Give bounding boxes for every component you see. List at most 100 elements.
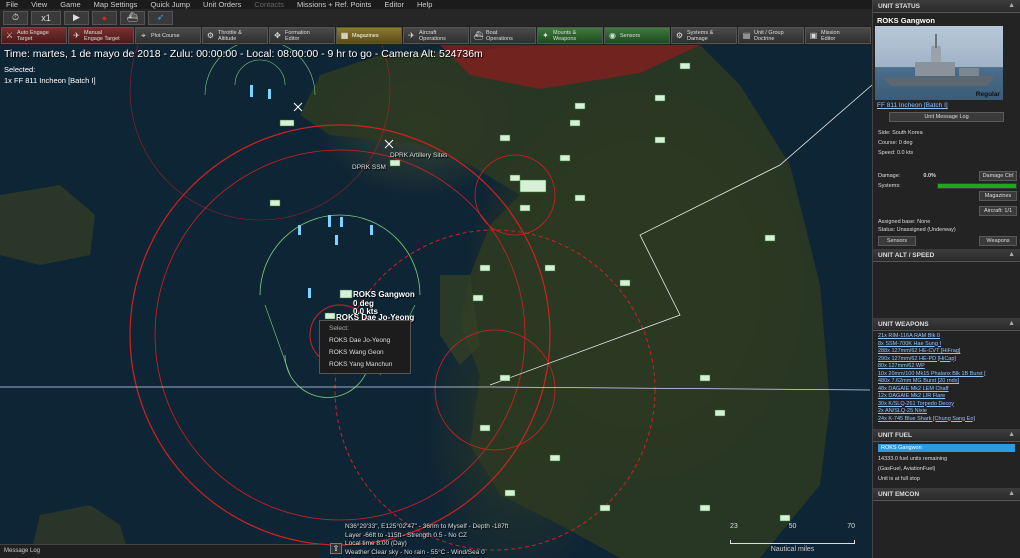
weapon-item[interactable]: 48x DAGAIE Mk2 LEM Chaff — [878, 386, 1015, 394]
context-menu-item[interactable]: ROKS Wang Geon — [320, 347, 410, 359]
toolbar-button-icon: ✈ — [408, 30, 415, 40]
menu-item[interactable]: Map Settings — [94, 0, 138, 9]
toolbar-button[interactable]: ⚙ Systems & Damage — [671, 27, 737, 44]
menu-item[interactable]: Unit Orders — [203, 0, 241, 9]
unit-side: Side: South Korea — [878, 130, 923, 136]
artillery-sites-label: DPRK Artillery Sites — [390, 152, 448, 159]
menu-item[interactable]: File — [6, 0, 18, 9]
selection-info: Selected: 1x FF 811 Incheon [Batch I] — [4, 64, 96, 86]
weapon-item[interactable]: 21x RIM-116A RAM Blk 0 — [878, 333, 1015, 341]
weapon-item[interactable]: 2x AN/SLQ-25 Nixie — [878, 408, 1015, 416]
sensors-button[interactable]: Sensors — [878, 236, 916, 246]
toolbar-button[interactable]: ▦ Magazines — [336, 27, 402, 44]
collapse-icon[interactable]: ▲ — [1008, 251, 1015, 258]
weapon-item[interactable]: 288x 127mm/62 HE-CVT [HiFrag] — [878, 348, 1015, 356]
weapon-item[interactable]: 30x K/SLQ-261 Torpedo Decoy — [878, 401, 1015, 409]
context-menu-item[interactable]: ROKS Dae Jo-Yeong — [320, 335, 410, 347]
magazines-button[interactable]: Magazines — [979, 191, 1017, 201]
toolbar-button[interactable]: ◉ Sensors — [604, 27, 670, 44]
collapse-icon[interactable]: ▲ — [1008, 320, 1015, 327]
damage-label: Damage: — [878, 173, 901, 179]
collapse-icon[interactable]: ▲ — [1008, 431, 1015, 438]
weapons-button[interactable]: Weapons — [979, 236, 1017, 246]
unit-photo: Regular — [875, 26, 1003, 100]
toolbar-button[interactable]: ⌖ Plot Course — [135, 27, 201, 44]
toolbar-button-label: Unit / Group Doctrine — [754, 29, 784, 42]
toolbar-button-icon: ⚙ — [206, 30, 215, 40]
time-toolbar: ⏱ x1 ▶ ● ⛴ ➶ — [0, 9, 872, 26]
fuel-remaining: 14333.0 fuel units remaining — [878, 456, 948, 462]
toolbar-button[interactable]: ▣ Mission Editor — [805, 27, 871, 44]
systems-health-bar — [937, 183, 1017, 189]
scale-unit: Nautical miles — [770, 546, 815, 553]
fuel-status: Unit is at full stop — [878, 476, 920, 482]
aircraft-button[interactable]: Aircraft: 1/1 — [979, 206, 1017, 216]
local-time-info: Local time 8:00 (Day) — [345, 540, 407, 547]
cursor-status: N36°29'33", E125°02'47" - 36nm to Myself… — [345, 523, 508, 557]
toolbar-button[interactable]: ✦ Mounts & Weapons — [537, 27, 603, 44]
pointer-icon[interactable]: ➶ — [148, 10, 173, 25]
toolbar-button[interactable]: ✈ Manual Engage Target — [68, 27, 134, 44]
toolbar-button[interactable]: ✈ Aircraft Operations — [403, 27, 469, 44]
weapon-item[interactable]: 290x 127mm/62 HE-PD [HiCap] — [878, 356, 1015, 364]
toolbar-button-label: Auto Engage Target — [17, 29, 49, 42]
selected-unit: 1x FF 811 Incheon [Batch I] — [4, 76, 96, 85]
toolbar-button[interactable]: ⛴ Boat Operations — [470, 27, 536, 44]
toolbar-button[interactable]: ⚔ Auto Engage Target — [1, 27, 67, 44]
menu-item[interactable]: Quick Jump — [150, 0, 190, 9]
ship-icon[interactable]: ⛴ — [120, 10, 145, 25]
stop-button[interactable]: ● — [92, 10, 117, 25]
collapse-icon[interactable]: ▲ — [1008, 490, 1015, 497]
toolbar-button[interactable]: ▤ Unit / Group Doctrine — [738, 27, 804, 44]
weapons-list: 21x RIM-116A RAM Blk 0 8x SSM-700K Hae Su… — [873, 331, 1020, 425]
time-compression-button[interactable]: x1 — [31, 10, 61, 25]
unit-label-gangwon[interactable]: ROKS Gangwon — [353, 291, 415, 299]
toolbar-button-icon: ◉ — [609, 30, 616, 40]
context-menu-item[interactable]: ROKS Yang Manchun — [320, 359, 410, 371]
toolbar-button-label: Aircraft Operations — [419, 29, 446, 42]
unit-message-log-button[interactable]: Unit Message Log — [889, 112, 1004, 122]
toolbar-button-icon: ✦ — [542, 30, 549, 40]
time-status-line: Time: martes, 1 de mayo de 2018 - Zulu: … — [4, 48, 483, 60]
weapon-item[interactable]: 10x 20mm/100 Mk15 Phalanx Blk 1B Burst [ — [878, 371, 1015, 379]
weapon-item[interactable]: 12x DAGAIE Mk2 LIR Flare — [878, 393, 1015, 401]
command-toolbar: ⚔ Auto Engage Target ✈ Manual Engage Target… — [0, 26, 872, 45]
systems-row: Systems: — [873, 182, 1020, 190]
toolbar-button[interactable]: ✥ Formation Editor — [269, 27, 335, 44]
selected-label: Selected: — [4, 65, 36, 74]
weapon-item[interactable]: 80x 127mm/62 WP — [878, 363, 1015, 371]
toolbar-button-label: Manual Engage Target — [84, 29, 120, 42]
unit-weapons-header[interactable]: UNIT WEAPONS ▲ — [873, 318, 1020, 331]
aircraft-row: Aircraft: 1/1 — [873, 205, 1020, 217]
tactical-map[interactable]: Time: martes, 1 de mayo de 2018 - Zulu: … — [0, 45, 872, 558]
up-arrow-icon[interactable]: ⇧ — [330, 543, 342, 554]
menu-item[interactable]: View — [31, 0, 47, 9]
toolbar-button-icon: ▣ — [809, 30, 818, 40]
menu-item[interactable]: Contacts — [254, 0, 284, 9]
damage-ctrl-button[interactable]: Damage Ctrl — [979, 171, 1017, 181]
unit-status-header[interactable]: UNIT STATUS ▲ — [873, 0, 1020, 13]
play-button[interactable]: ▶ — [64, 10, 89, 25]
unit-emcon-header[interactable]: UNIT EMCON ▲ — [873, 488, 1020, 501]
menu-item[interactable]: Missions + Ref. Points — [297, 0, 371, 9]
unit-class-link[interactable]: FF 811 Incheon [Batch I] — [873, 100, 1020, 111]
weapon-item[interactable]: 480x 7.62mm MG Burst [20 rnds] — [878, 378, 1015, 386]
toolbar-button-label: Boat Operations — [486, 29, 513, 42]
collapse-icon[interactable]: ▲ — [1008, 2, 1015, 9]
menu-item[interactable]: Editor — [384, 0, 404, 9]
message-log-bar[interactable]: Message Log — [0, 544, 320, 558]
menu-item[interactable]: Help — [417, 0, 432, 9]
toolbar-button-icon: ⚔ — [5, 30, 14, 40]
unit-fuel-header[interactable]: UNIT FUEL ▲ — [873, 429, 1020, 442]
scale-bar-line — [730, 540, 855, 544]
unit-alt-speed-header[interactable]: UNIT ALT / SPEED ▲ — [873, 249, 1020, 262]
weather-info: Weather Clear sky - No rain - 55°C - Win… — [345, 548, 485, 556]
menu-item[interactable]: Game — [60, 0, 80, 9]
weapon-item[interactable]: 8x SSM-700K Hae Sung I — [878, 341, 1015, 349]
clock-icon[interactable]: ⏱ — [3, 10, 28, 25]
toolbar-button-icon: ⚙ — [675, 30, 684, 40]
toolbar-button[interactable]: ⚙ Throttle & Altitude — [202, 27, 268, 44]
weapon-item[interactable]: 24x K-745 Blue Shark [Chung Sang Eo] — [878, 416, 1015, 424]
fuel-bar: ROKS Gangwon — [878, 444, 1015, 452]
context-menu-header: Select: — [329, 325, 349, 332]
